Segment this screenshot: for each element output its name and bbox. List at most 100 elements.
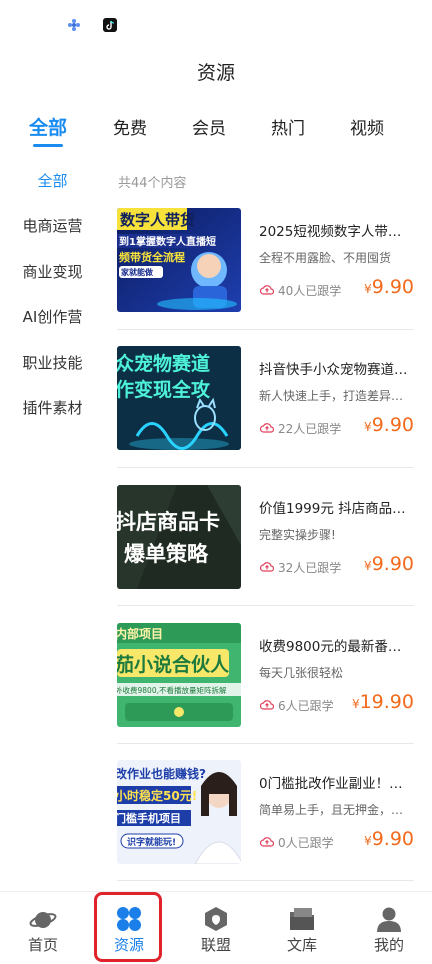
follower-text: 22人已跟学 [278,421,342,436]
flower-icon [68,19,80,31]
course-card[interactable]: 抖店商品卡 爆单策略 价值1999元 抖店商品卡… 完整实操步骤! 32人已跟学… [117,485,414,589]
filter-tabs: 全部 免费 会员 热门 视频 [0,114,432,148]
tab-active-indicator [33,144,63,147]
nav-home[interactable]: 首页 [0,892,86,964]
price-value: 9.90 [371,828,414,850]
divider [117,467,414,468]
thumb-text: 门槛手机项目 [117,811,181,825]
cloud-learn-icon [260,562,274,572]
tab-video[interactable]: 视频 [350,114,384,139]
thumb-text: 外收费9800,不看播放量矩阵拆解 [117,685,227,695]
thumb-text: 家就能做 [121,267,153,277]
course-subtitle: 新人快速上手，打造差异… [259,389,404,403]
course-thumbnail: 众宠物赛道 作变现全攻 [117,346,241,450]
course-subtitle: 完整实操步骤! [259,528,336,542]
course-title: 收费9800元的最新番茄… [259,639,414,655]
tab-all[interactable]: 全部 [29,113,67,140]
course-card[interactable]: 众宠物赛道 作变现全攻 抖音快手小众宠物赛道… 新人快速上手，打造差异… 22人… [117,346,414,450]
highlight-annotation [94,892,162,962]
follower-text: 0人已跟学 [278,835,334,850]
follower-count: 40人已跟学 [260,281,341,299]
thumb-text: 改作业也能赚钱? [117,766,206,781]
user-icon [377,907,401,932]
cloud-learn-icon [260,423,274,433]
category-all[interactable]: 全部 [0,170,105,191]
thumb-text: 茄小说合伙人 [117,653,230,676]
cloud-learn-icon [260,700,274,710]
cloud-learn-icon [260,285,274,295]
category-career[interactable]: 职业技能 [0,352,105,373]
category-ai[interactable]: AI创作营 [0,306,105,327]
course-price: ¥19.90 [352,691,414,713]
alliance-icon [205,907,227,931]
currency-symbol: ¥ [364,282,372,296]
content-count: 共44个内容 [118,176,187,191]
course-price: ¥9.90 [364,553,414,575]
thumb-text: 众宠物赛道 [117,352,210,375]
tab-hot[interactable]: 热门 [271,114,305,139]
nav-mine[interactable]: 我的 [346,892,432,964]
thumb-text: 作变现全攻 [117,378,211,401]
currency-symbol: ¥ [351,697,360,711]
thumb-text: 爆单策略 [124,542,209,566]
folder-icon [290,908,314,930]
course-title: 2025短视频数字人带货… [259,224,414,240]
course-thumbnail: 改作业也能赚钱? 小时稳定50元! 门槛手机项目 识字就能玩! [117,760,241,864]
currency-symbol: ¥ [364,420,372,434]
price-value: 9.90 [371,414,414,436]
category-plugins[interactable]: 插件素材 [0,397,105,418]
course-price: ¥9.90 [364,414,414,436]
thumb-text: 识字就能玩! [127,836,176,848]
price-value: 9.90 [371,553,414,575]
thumb-text: 内部项目 [117,626,163,641]
price-value: 9.90 [371,276,414,298]
thumb-text: 数字人带货 [120,211,195,229]
nav-label: 联盟 [200,936,231,954]
divider [117,605,414,606]
status-bar [0,0,432,50]
follower-count: 32人已跟学 [260,558,341,576]
nav-library[interactable]: 文库 [259,892,345,964]
course-subtitle: 简单易上手，且无押金，… [259,803,404,817]
page-title: 资源 [196,62,235,84]
bottom-nav: 首页 资源 联盟 文库 我的 [0,891,432,964]
course-subtitle: 全程不用露脸、不用囤货 [259,251,392,265]
follower-count: 22人已跟学 [260,419,341,437]
course-thumbnail: 数字人带货 到1掌握数字人直播短 频带货全流程 家就能做 [117,208,241,312]
follower-text: 40人已跟学 [278,283,342,298]
follower-text: 6人已跟学 [278,698,334,713]
planet-icon [29,912,57,928]
price-value: 19.90 [359,691,414,713]
course-title: 抖音快手小众宠物赛道… [259,362,408,378]
course-subtitle: 每天几张很轻松 [259,666,344,680]
course-thumbnail: 抖店商品卡 爆单策略 [117,485,241,589]
course-title: 价值1999元 抖店商品卡… [259,501,414,517]
thumb-text: 抖店商品卡 [117,510,220,534]
currency-symbol: ¥ [364,834,372,848]
course-thumbnail: 内部项目 茄小说合伙人 外收费9800,不看播放量矩阵拆解 [117,623,241,727]
follower-text: 32人已跟学 [278,560,342,575]
thumb-text: 小时稳定50元! [117,788,197,803]
nav-label: 文库 [286,936,317,954]
thumb-text: 到1掌握数字人直播短 [119,235,216,248]
category-ecommerce[interactable]: 电商运营 [0,215,105,236]
course-price: ¥9.90 [364,828,414,850]
follower-count: 6人已跟学 [260,696,334,714]
course-title: 0门槛批改作业副业！最… [259,776,414,792]
tiktok-icon [103,18,117,32]
tab-free[interactable]: 免费 [113,114,147,139]
divider [117,329,414,330]
divider [117,743,414,744]
tab-member[interactable]: 会员 [192,114,226,139]
course-price: ¥9.90 [364,276,414,298]
currency-symbol: ¥ [364,559,372,573]
follower-count: 0人已跟学 [260,833,334,851]
thumb-text: 频带货全流程 [119,250,185,264]
cloud-learn-icon [260,837,274,847]
course-card[interactable]: 内部项目 茄小说合伙人 外收费9800,不看播放量矩阵拆解 收费9800元的最新… [117,623,414,727]
nav-alliance[interactable]: 联盟 [173,892,259,964]
course-card[interactable]: 数字人带货 到1掌握数字人直播短 频带货全流程 家就能做 2025短视频数字人带… [117,208,414,312]
category-monetization[interactable]: 商业变现 [0,261,105,282]
nav-label: 我的 [373,936,404,954]
course-card[interactable]: 改作业也能赚钱? 小时稳定50元! 门槛手机项目 识字就能玩! 0门槛批改作业副… [117,760,414,864]
